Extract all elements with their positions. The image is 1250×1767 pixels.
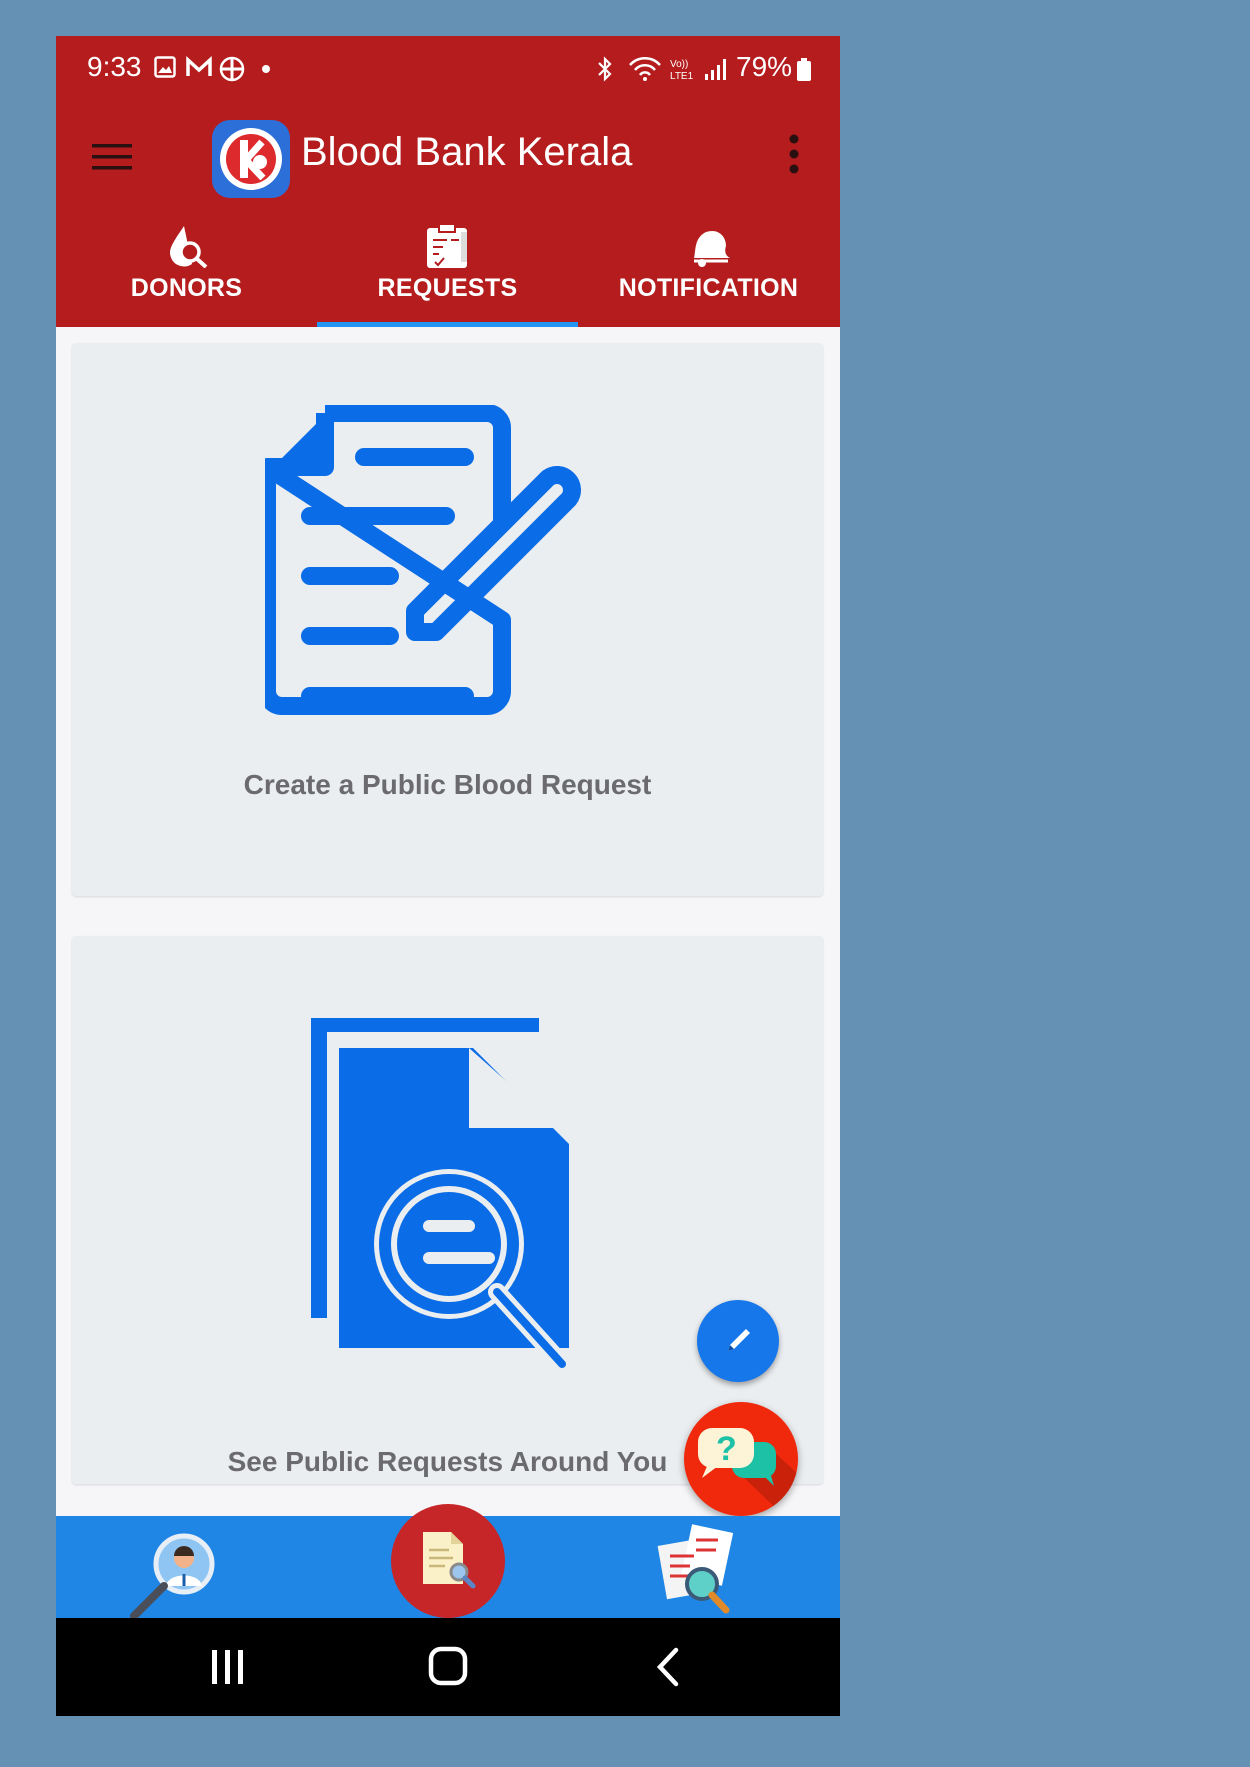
system-nav-bar — [56, 1618, 840, 1716]
status-bar: 9:33 Vo)) LTE1 79% — [56, 36, 840, 104]
status-time: 9:33 — [87, 51, 142, 82]
recent-apps-icon[interactable] — [210, 1648, 246, 1686]
svg-text:Vo)): Vo)) — [670, 59, 688, 70]
hamburger-menu-icon[interactable] — [92, 142, 132, 172]
tab-requests[interactable]: REQUESTS — [317, 214, 578, 327]
create-request-label: Create a Public Blood Request — [243, 769, 652, 800]
svg-text:LTE1: LTE1 — [670, 71, 694, 82]
tab-donors-label: DONORS — [130, 274, 243, 302]
phone-screen: 9:33 Vo)) LTE1 79% Blood Bank Kerala DON… — [56, 36, 840, 1716]
help-chat-icon: ? — [698, 1428, 798, 1516]
svg-text:?: ? — [716, 1430, 737, 1468]
bluetooth-icon — [598, 56, 612, 82]
app-icon — [219, 56, 245, 82]
donor-search-icon[interactable] — [128, 1528, 220, 1620]
requests-search-icon[interactable] — [656, 1522, 752, 1618]
image-icon — [154, 56, 176, 78]
edit-fab[interactable] — [697, 1300, 779, 1382]
bell-icon — [693, 230, 730, 267]
clipboard-icon — [426, 223, 467, 268]
create-request-card[interactable]: Create a Public Blood Request — [72, 343, 823, 896]
dot-icon — [262, 65, 270, 73]
wifi-icon — [629, 56, 661, 81]
home-icon[interactable] — [428, 1646, 468, 1686]
app-logo — [212, 120, 290, 198]
tab-bar: DONORS REQUESTS NOTIFICATION — [56, 214, 840, 327]
tab-requests-label: REQUESTS — [377, 274, 518, 302]
gmail-icon — [186, 56, 212, 76]
tab-donors[interactable]: DONORS — [56, 214, 317, 327]
app-bar: Blood Bank Kerala — [56, 104, 840, 214]
document-edit-icon — [265, 405, 581, 715]
volte-icon: Vo)) LTE1 — [670, 59, 694, 82]
app-title: Blood Bank Kerala — [301, 130, 633, 174]
help-chat-fab[interactable]: ? — [684, 1402, 798, 1516]
battery-icon — [797, 58, 811, 81]
request-document-icon — [423, 1532, 476, 1589]
tab-notification[interactable]: NOTIFICATION — [578, 214, 839, 327]
more-vert-icon[interactable] — [788, 134, 800, 174]
back-icon[interactable] — [654, 1646, 680, 1688]
battery-percentage: 79% — [736, 51, 793, 82]
tab-selected-indicator — [317, 322, 578, 327]
pencil-icon — [728, 1329, 750, 1351]
request-document-button[interactable] — [391, 1504, 505, 1618]
document-search-icon — [311, 1018, 571, 1373]
signal-icon — [705, 59, 726, 80]
blood-drop-search-icon — [169, 226, 207, 268]
tab-notification-label: NOTIFICATION — [618, 274, 799, 302]
